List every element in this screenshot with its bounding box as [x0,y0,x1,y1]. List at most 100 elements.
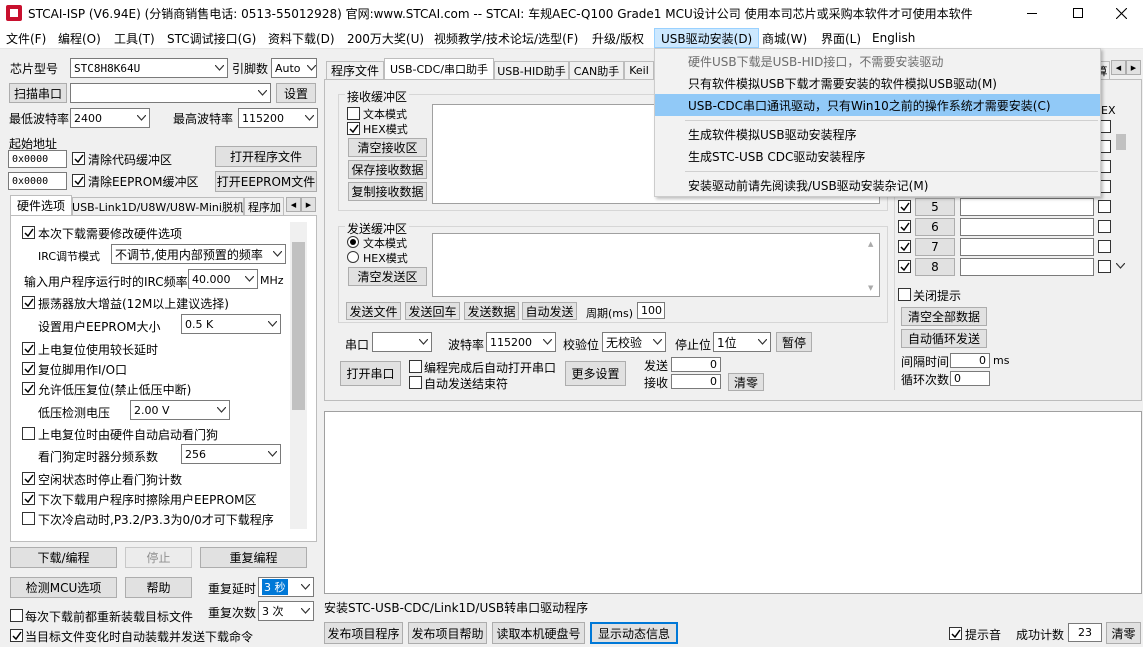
tab-usb-link[interactable]: USB-Link1D/U8W/U8W-Mini脱机 [72,197,244,215]
multi-row-field-8[interactable] [960,258,1094,276]
tab-program-encrypt[interactable]: 程序加 [244,197,284,215]
chevron-down-icon[interactable] [1115,262,1126,272]
lvd-reset-checkbox[interactable] [22,382,35,395]
send-text-mode-radio[interactable] [347,236,359,248]
baud-select[interactable]: 115200 [486,332,556,352]
wdt-on-por-checkbox[interactable] [22,427,35,440]
recv-hex-mode-checkbox[interactable] [347,122,360,135]
multi-row-hex-5[interactable] [1098,200,1111,213]
send-data-button[interactable]: 发送数据 [464,302,519,320]
stopbit-select[interactable]: 1位 [713,332,771,352]
usb-menu-item-cdc-driver[interactable]: USB-CDC串口通讯驱动，只有Win10之前的操作系统才需要安装(C) [655,94,1100,116]
prompt-sound-checkbox[interactable] [949,627,962,640]
multi-row-checkbox-5[interactable] [898,200,911,213]
lvd-voltage-select[interactable]: 2.00 V [130,400,230,420]
send-hex-mode-radio[interactable] [347,251,359,263]
menu-debug[interactable]: STC调试接口(G) [161,28,262,48]
clear-success-button[interactable]: 清零 [1106,622,1141,644]
wdt-prescaler-select[interactable]: 256 [181,444,281,464]
open-port-button[interactable]: 打开串口 [340,361,401,386]
clear-count-button[interactable]: 清零 [728,373,764,391]
output-log-area[interactable] [324,411,1142,594]
multi-row-checkbox-7[interactable] [898,240,911,253]
addr-field-1[interactable]: 0x0000 [8,150,67,168]
usb-menu-item-gen-soft-usb[interactable]: 生成软件模拟USB驱动安装程序 [655,123,1100,145]
multi-row-send-7[interactable]: 7 [915,238,955,256]
tab-keil[interactable]: Keil [624,61,654,79]
title-bar[interactable]: STCAI-ISP (V6.94E) (分销商销售电话: 0513-550129… [0,0,1143,26]
menu-program[interactable]: 编程(O) [52,28,107,48]
multi-scrollbar[interactable] [1114,104,1128,274]
show-dynamic-info-button[interactable]: 显示动态信息 [590,622,678,644]
multi-row-hex-8[interactable] [1098,260,1111,273]
detect-mcu-button[interactable]: 检测MCU选项 [10,577,117,598]
wdt-idle-stop-checkbox[interactable] [22,472,35,485]
auto-open-checkbox[interactable] [409,360,422,373]
reprogram-button[interactable]: 重复编程 [200,547,307,568]
usb-menu-item-soft-usb-driver[interactable]: 只有软件模拟USB下载才需要安装的软件模拟USB驱动(M) [655,72,1100,94]
tab-usb-hid[interactable]: USB-HID助手 [494,61,569,79]
close-icon[interactable] [1100,0,1143,26]
multi-scroll-thumb[interactable] [1116,134,1126,150]
reset-pin-io-checkbox[interactable] [22,362,35,375]
tab-scroll-left[interactable]: ◀ [286,197,301,212]
send-enter-button[interactable]: 发送回车 [405,302,460,320]
multi-row-send-6[interactable]: 6 [915,218,955,236]
addr-field-2[interactable]: 0x0000 [8,172,67,190]
multi-row-send-5[interactable]: 5 [915,198,955,216]
tab-can[interactable]: CAN助手 [569,61,624,79]
tab-program-file[interactable]: 程序文件 [326,61,384,79]
multi-row-checkbox-6[interactable] [898,220,911,233]
port-select[interactable] [70,83,271,103]
menu-ui[interactable]: 界面(L) [815,28,867,48]
usb-menu-item-gen-cdc[interactable]: 生成STC-USB CDC驱动安装程序 [655,145,1100,167]
open-program-button[interactable]: 打开程序文件 [215,146,317,167]
maximize-icon[interactable] [1056,0,1100,26]
read-disk-serial-button[interactable]: 读取本机硬盘号 [492,622,585,644]
right-tab-scroll-right[interactable]: ▶ [1126,60,1141,75]
more-settings-button[interactable]: 更多设置 [565,361,626,386]
irc-mode-select[interactable]: 不调节,使用内部预置的频率 [111,244,286,264]
close-tip-checkbox[interactable] [898,288,911,301]
right-tab-scroll-left[interactable]: ◀ [1111,60,1126,75]
reload-each-time-checkbox[interactable] [10,609,23,622]
send-clear-button[interactable]: 清空发送区 [348,267,427,286]
parity-select[interactable]: 无校验 [602,332,666,352]
recv-clear-button[interactable]: 清空接收区 [348,138,427,157]
scan-port-button[interactable]: 扫描串口 [9,83,67,103]
min-baud-select[interactable]: 2400 [70,108,150,128]
publish-help-button[interactable]: 发布项目帮助 [408,622,487,644]
scroll-thumb[interactable] [292,242,305,410]
p32-p33-cold-checkbox[interactable] [22,512,35,525]
por-delay-checkbox[interactable] [22,342,35,355]
settings-button[interactable]: 设置 [276,83,316,103]
multi-row-field-6[interactable] [960,218,1094,236]
menu-prize[interactable]: 200万大奖(U) [341,28,430,48]
irc-freq-select[interactable]: 40.000 [188,269,258,289]
max-baud-select[interactable]: 115200 [238,108,318,128]
publish-program-button[interactable]: 发布项目程序 [324,622,403,644]
hw-options-scrollbar[interactable] [290,222,307,529]
menu-usb-driver[interactable]: USB驱动安装(D) [654,28,760,48]
tab-hardware-options[interactable]: 硬件选项 [10,195,72,215]
modify-hw-checkbox[interactable] [22,226,35,239]
menu-tools[interactable]: 工具(T) [108,28,161,48]
eeprom-size-select[interactable]: 0.5 K [181,314,281,334]
erase-eeprom-next-checkbox[interactable] [22,492,35,505]
recv-save-button[interactable]: 保存接收数据 [348,160,427,179]
recv-text-mode-checkbox[interactable] [347,107,360,120]
multi-row-send-8[interactable]: 8 [915,258,955,276]
multi-row-hex-6[interactable] [1098,220,1111,233]
clear-all-button[interactable]: 清空全部数据 [901,307,987,326]
menu-english[interactable]: English [866,28,921,48]
multi-row-field-5[interactable] [960,198,1094,216]
send-file-button[interactable]: 发送文件 [346,302,401,320]
send-textarea-scrollbar[interactable]: ▲ ▼ [865,234,879,296]
repeat-delay-select[interactable]: 3 秒 [258,577,314,597]
clear-code-checkbox[interactable] [72,152,85,165]
pause-button[interactable]: 暂停 [776,332,812,352]
period-field[interactable]: 100 [637,302,665,319]
auto-loop-button[interactable]: 自动循环发送 [901,329,987,348]
osc-gain-checkbox[interactable] [22,296,35,309]
clear-eeprom-checkbox[interactable] [72,174,85,187]
